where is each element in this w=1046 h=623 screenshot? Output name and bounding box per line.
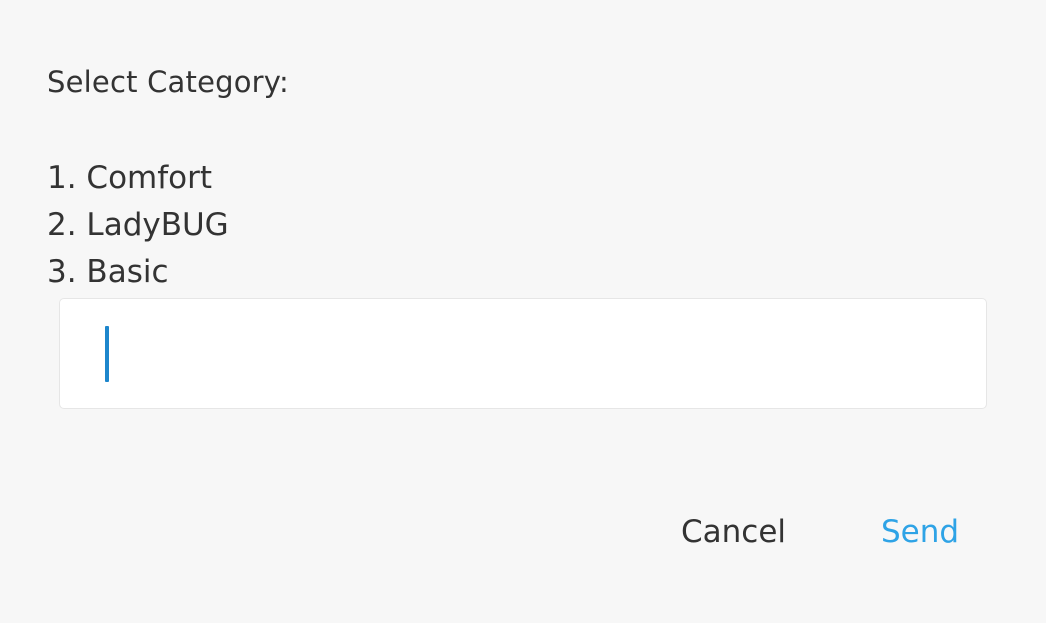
- category-input[interactable]: [60, 299, 986, 408]
- send-button[interactable]: Send: [881, 508, 959, 556]
- select-category-dialog: Select Category: 1. Comfort 2. LadyBUG 3…: [0, 0, 1046, 623]
- category-input-container[interactable]: [59, 298, 987, 409]
- dialog-title: Select Category:: [47, 65, 290, 99]
- category-option-ladybug: 2. LadyBUG: [47, 207, 229, 243]
- category-option-comfort: 1. Comfort: [47, 160, 213, 196]
- category-options-list: 1. Comfort 2. LadyBUG 3. Basic: [47, 155, 229, 296]
- category-option-basic: 3. Basic: [47, 254, 169, 290]
- cancel-button[interactable]: Cancel: [681, 508, 786, 556]
